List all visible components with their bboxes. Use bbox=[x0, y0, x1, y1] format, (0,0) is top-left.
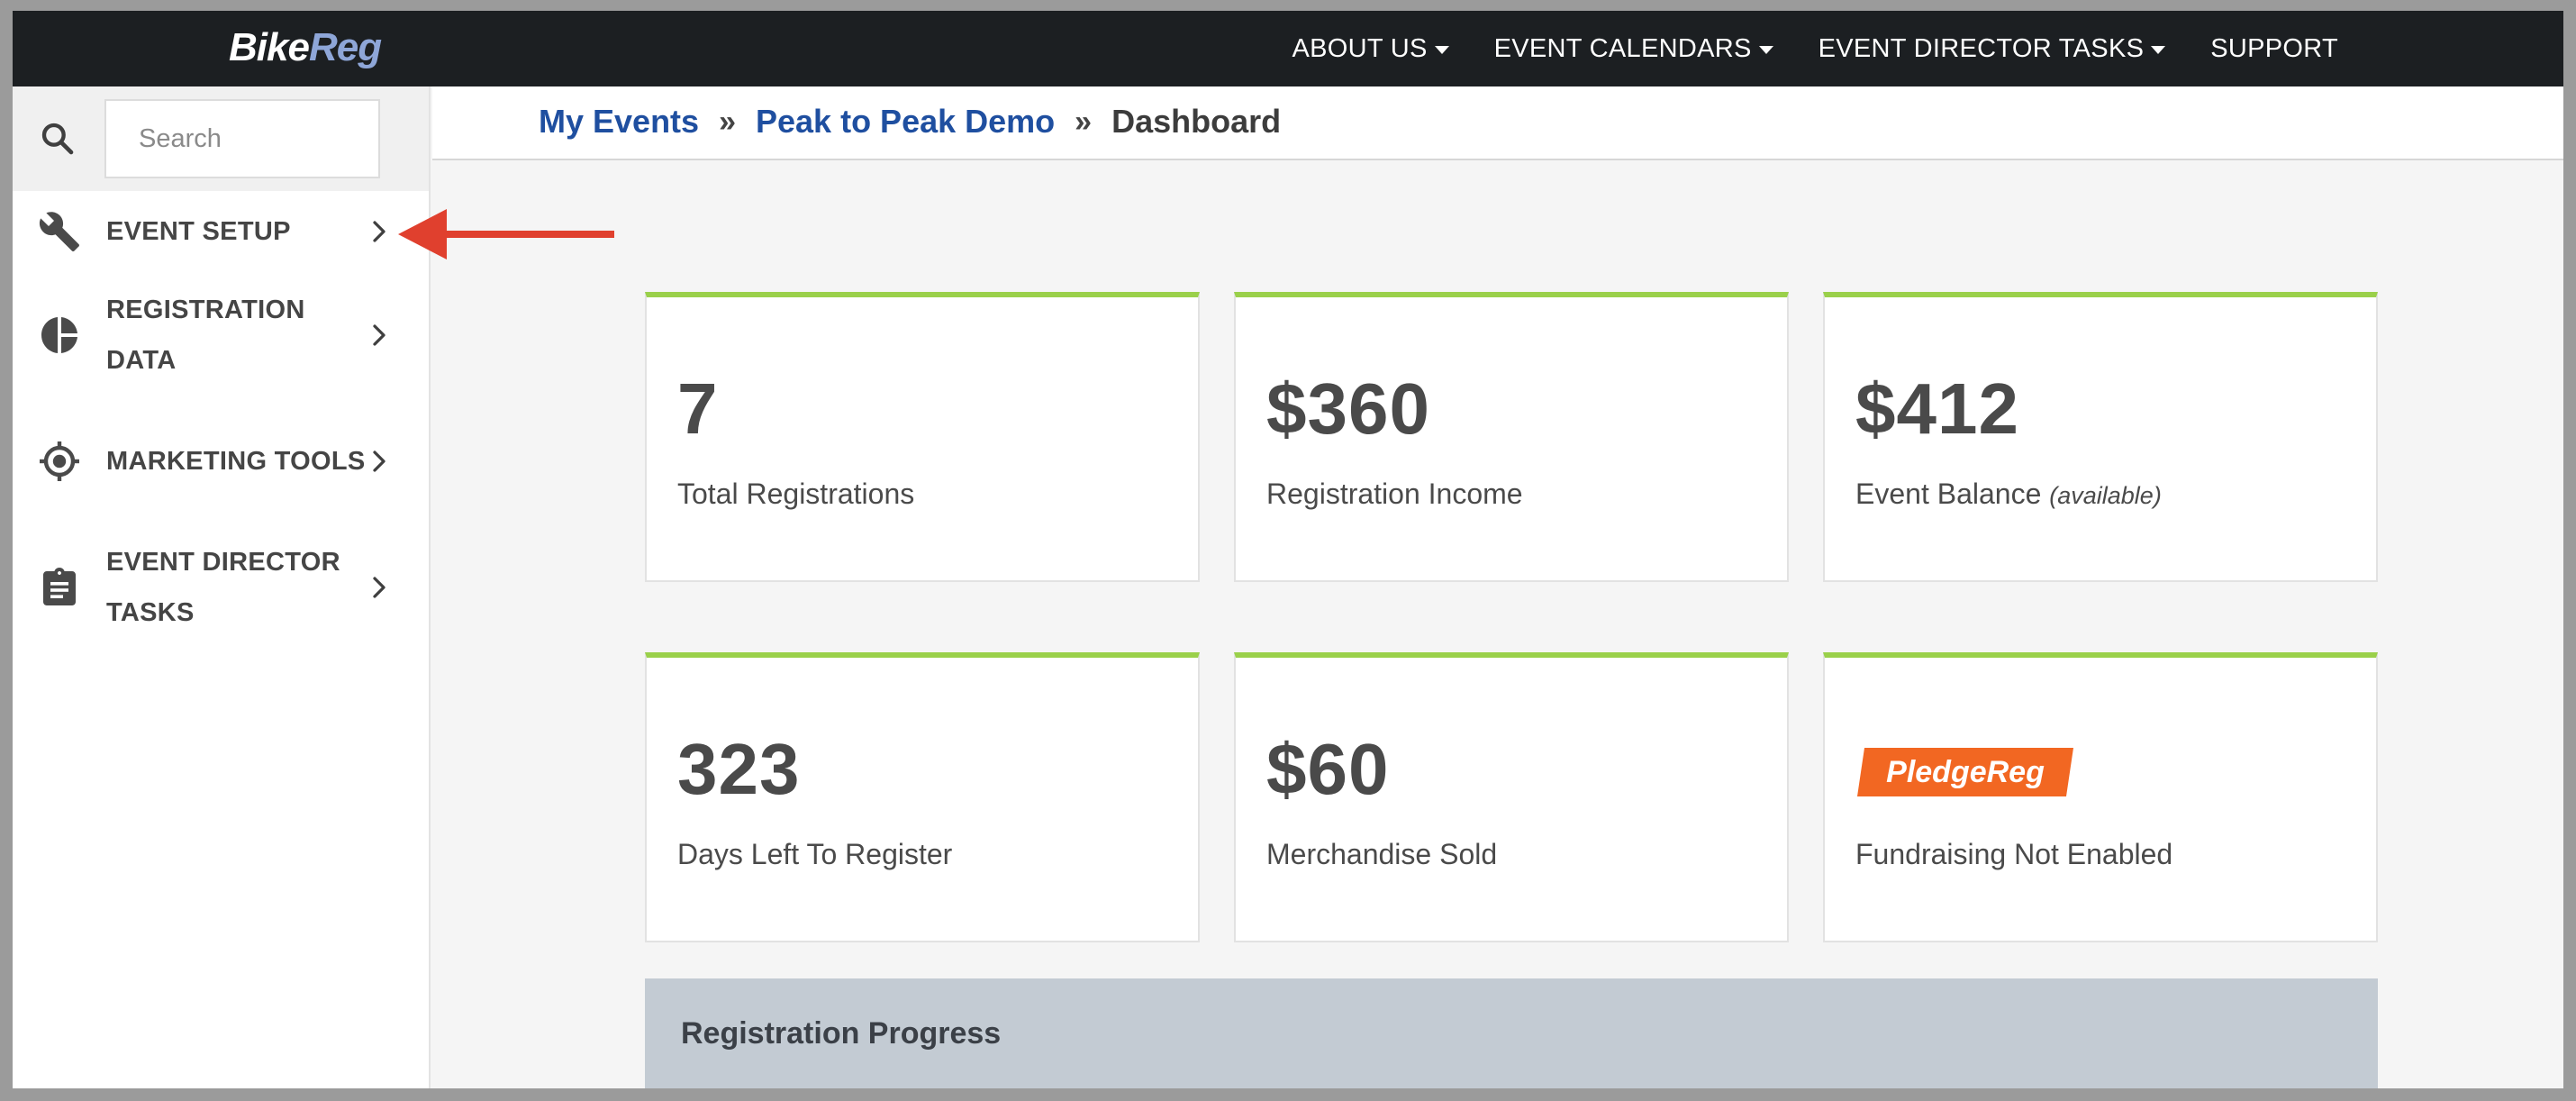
breadcrumb-separator: » bbox=[1075, 104, 1093, 139]
stat-value: $60 bbox=[1266, 729, 1390, 809]
card-fundraising: PledgeReg Fundraising Not Enabled bbox=[1823, 652, 2378, 942]
card-event-balance: $412 Event Balance (available) bbox=[1823, 292, 2378, 582]
breadcrumb: My Events » Peak to Peak Demo » Dashboar… bbox=[539, 103, 1281, 141]
card-days-left: 323 Days Left To Register bbox=[645, 652, 1200, 942]
breadcrumb-event[interactable]: Peak to Peak Demo bbox=[756, 103, 1055, 141]
breadcrumb-bar: My Events » Peak to Peak Demo » Dashboar… bbox=[432, 86, 2563, 160]
search-icon[interactable] bbox=[40, 121, 76, 157]
stat-value: 7 bbox=[677, 369, 719, 449]
chevron-right-icon bbox=[373, 324, 385, 346]
stat-value: $360 bbox=[1266, 369, 1430, 449]
chevron-right-icon bbox=[373, 450, 385, 472]
sidebar-item-marketing-tools[interactable]: MARKETING TOOLS bbox=[13, 398, 429, 524]
stat-caption: Merchandise Sold bbox=[1266, 838, 1498, 870]
bikereg-logo[interactable]: BikeReg bbox=[229, 25, 382, 70]
caret-down-icon bbox=[1758, 45, 1773, 54]
stat-caption: Total Registrations bbox=[677, 478, 915, 510]
nav-event-calendars[interactable]: EVENT CALENDARS bbox=[1494, 34, 1773, 64]
sidebar: EVENT SETUP REGISTRATION DATA bbox=[13, 86, 431, 1088]
pledgereg-logo-text: PledgeReg bbox=[1886, 755, 2045, 789]
sidebar-item-event-director-tasks[interactable]: EVENT DIRECTOR TASKS bbox=[13, 524, 429, 651]
search-input[interactable] bbox=[104, 99, 380, 178]
chevron-right-icon bbox=[373, 221, 385, 242]
registration-progress-panel: Registration Progress bbox=[645, 978, 2378, 1088]
app-window: BikeReg ABOUT US EVENT CALENDARS EVENT D… bbox=[13, 11, 2563, 1088]
stat-note: (available) bbox=[2049, 482, 2162, 509]
target-icon bbox=[40, 441, 79, 481]
stat-value: $412 bbox=[1855, 369, 2019, 449]
caret-down-icon bbox=[1434, 45, 1449, 54]
wrench-icon bbox=[39, 212, 79, 251]
caret-down-icon bbox=[2151, 45, 2166, 54]
pie-chart-icon bbox=[41, 317, 77, 353]
breadcrumb-my-events[interactable]: My Events bbox=[539, 103, 699, 141]
nav-support[interactable]: SUPPORT bbox=[2210, 34, 2338, 64]
top-navbar: BikeReg ABOUT US EVENT CALENDARS EVENT D… bbox=[13, 11, 2563, 86]
pledgereg-logo[interactable]: PledgeReg bbox=[1857, 748, 2073, 796]
registration-progress-title: Registration Progress bbox=[681, 1016, 1002, 1051]
chevron-right-icon bbox=[373, 577, 385, 598]
card-registration-income: $360 Registration Income bbox=[1234, 292, 1789, 582]
breadcrumb-current: Dashboard bbox=[1111, 103, 1282, 140]
sidebar-item-event-setup[interactable]: EVENT SETUP bbox=[13, 191, 429, 272]
breadcrumb-separator: » bbox=[719, 104, 736, 139]
nav-about-us[interactable]: ABOUT US bbox=[1293, 34, 1449, 64]
clipboard-icon bbox=[43, 568, 76, 605]
sidebar-search bbox=[13, 86, 429, 191]
card-merchandise-sold: $60 Merchandise Sold bbox=[1234, 652, 1789, 942]
stat-caption: Registration Income bbox=[1266, 478, 1523, 510]
stat-caption: Fundraising Not Enabled bbox=[1855, 838, 2173, 870]
stat-caption: Event Balance (available) bbox=[1855, 478, 2162, 510]
sidebar-item-registration-data[interactable]: REGISTRATION DATA bbox=[13, 272, 429, 398]
card-total-registrations: 7 Total Registrations bbox=[645, 292, 1200, 582]
stat-value: 323 bbox=[677, 729, 801, 809]
nav-event-director-tasks[interactable]: EVENT DIRECTOR TASKS bbox=[1819, 34, 2166, 64]
stat-caption: Days Left To Register bbox=[677, 838, 953, 870]
annotation-arrow-icon bbox=[398, 209, 614, 259]
top-nav-links: ABOUT US EVENT CALENDARS EVENT DIRECTOR … bbox=[1293, 11, 2339, 86]
